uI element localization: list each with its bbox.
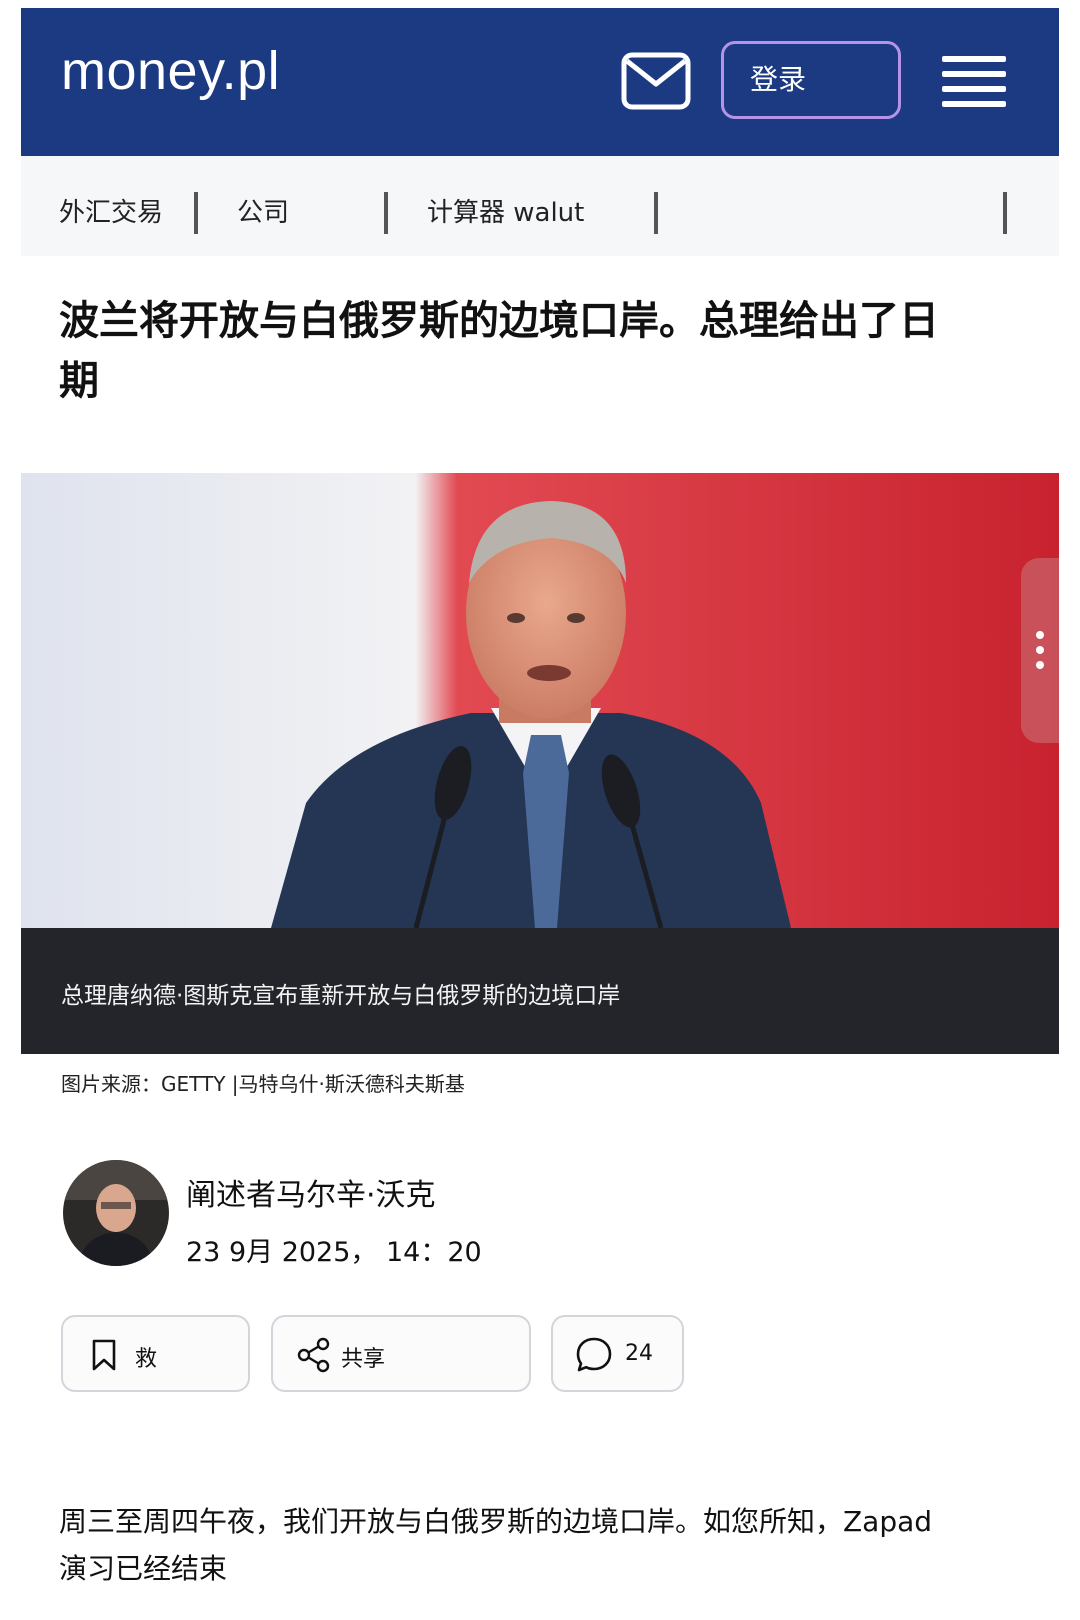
article-title: 波兰将开放与白俄罗斯的边境口岸。总理给出了日期: [59, 298, 939, 404]
nav-item-companies[interactable]: 公司: [237, 192, 289, 229]
author-name[interactable]: 阐述者马尔辛·沃克: [186, 1170, 436, 1214]
article-body: 周三至周四午夜，我们开放与白俄罗斯的边境口岸。如您所知，Zapad 演习已经结束: [59, 1505, 933, 1585]
avatar-image: [63, 1160, 169, 1266]
publish-date: 23 9月 2025， 14：20: [186, 1237, 482, 1268]
mail-icon[interactable]: [621, 52, 691, 110]
more-dots-icon: [1036, 631, 1044, 669]
comment-icon: [576, 1337, 612, 1372]
photo-credit: 图片来源：GETTY |马特乌什·斯沃德科夫斯基: [61, 1072, 465, 1096]
author-avatar[interactable]: [63, 1160, 169, 1266]
save-button[interactable]: 救: [61, 1315, 250, 1392]
share-icon: [297, 1337, 330, 1373]
nav-divider: [384, 192, 388, 234]
nav-item-currency-calculator[interactable]: 计算器 walut: [427, 192, 584, 229]
site-header: money.pl 登录: [21, 8, 1059, 156]
nav-item-forex[interactable]: 外汇交易: [59, 192, 163, 229]
photo-caption-bar: 总理唐纳德·图斯克宣布重新开放与白俄罗斯的边境口岸: [21, 928, 1059, 1054]
article-photo: [21, 473, 1059, 928]
page-frame: money.pl 登录 外汇交易 公司 计算器 walut 波兰将开放与白俄罗斯…: [21, 8, 1059, 1620]
category-nav: 外汇交易 公司 计算器 walut: [21, 156, 1059, 256]
comments-button[interactable]: 24: [551, 1315, 684, 1392]
side-scroll-handle[interactable]: [1021, 558, 1059, 743]
photo-caption: 总理唐纳德·图斯克宣布重新开放与白俄罗斯的边境口岸: [61, 983, 621, 1009]
share-button[interactable]: 共享: [271, 1315, 531, 1392]
login-button[interactable]: 登录: [721, 41, 901, 119]
site-logo[interactable]: money.pl: [61, 40, 280, 102]
nav-divider: [194, 192, 198, 234]
save-label: 救: [135, 1347, 158, 1372]
share-label: 共享: [341, 1347, 386, 1372]
nav-divider: [654, 192, 658, 234]
menu-icon[interactable]: [942, 54, 1006, 108]
nav-divider: [1003, 192, 1007, 234]
comments-count: 24: [625, 1341, 653, 1366]
speaker-photo: [21, 473, 1059, 928]
bookmark-icon: [92, 1339, 116, 1371]
